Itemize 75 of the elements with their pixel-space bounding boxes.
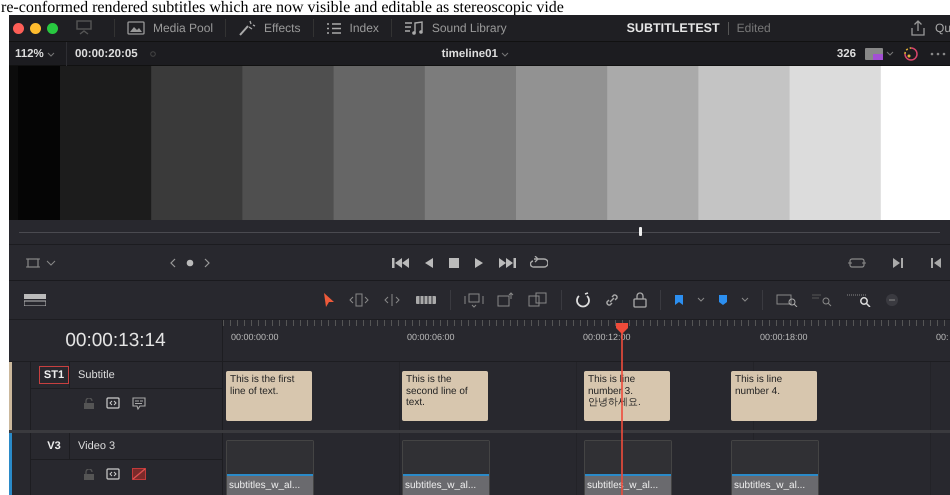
timecode-text: 00:00:20:05: [74, 48, 139, 60]
ruler-label: 00:00:00:00: [231, 332, 279, 342]
close-button[interactable]: [13, 22, 24, 34]
subtitle-clip[interactable]: This is the second line of text.: [402, 371, 488, 421]
blade-tool-icon[interactable]: [415, 294, 437, 306]
crop-icon[interactable]: [26, 256, 40, 268]
video-clip[interactable]: subtitles_w_al...: [226, 440, 314, 495]
toolbar-tab[interactable]: Qu: [935, 21, 950, 35]
more-icon[interactable]: [930, 52, 946, 56]
list-icon: [326, 22, 342, 34]
flag-icon[interactable]: [674, 294, 684, 306]
zoom-out-icon[interactable]: [885, 293, 899, 307]
caret-icon[interactable]: [46, 260, 56, 266]
caption-icon[interactable]: [132, 396, 146, 410]
maximize-button[interactable]: [47, 22, 58, 34]
video-clip[interactable]: subtitles_w_al...: [402, 440, 490, 495]
zoom-dropdown[interactable]: 112%: [9, 48, 66, 60]
play-icon[interactable]: [474, 256, 484, 268]
caret-icon[interactable]: [741, 297, 749, 303]
zoom-detail-icon[interactable]: [811, 293, 833, 307]
play-reverse-icon[interactable]: [424, 256, 434, 268]
ruler-label: 00:00:06:00: [407, 332, 455, 342]
ruler-label: 00:00:18:00: [760, 332, 808, 342]
skip-back-icon[interactable]: [392, 256, 410, 268]
caret-icon: [46, 52, 55, 56]
auto-track-icon[interactable]: [106, 468, 120, 480]
next-marker-icon[interactable]: [892, 256, 904, 268]
music-note-icon: [404, 21, 424, 35]
toolbar-tab[interactable]: Index: [322, 21, 383, 35]
timeline-timecode: 00:00:13:14: [9, 319, 223, 361]
video-clip[interactable]: subtitles_w_al...: [731, 440, 819, 495]
frame-count: 326: [836, 48, 856, 60]
pointer-tool-icon[interactable]: [322, 292, 336, 308]
track-name: Subtitle: [69, 362, 115, 388]
color-wheel-icon[interactable]: [902, 46, 920, 62]
trim-tool-icon[interactable]: [349, 293, 369, 307]
match-frame-icon[interactable]: [848, 256, 866, 268]
status-dot-icon: [150, 50, 156, 56]
marker-icon[interactable]: [718, 294, 728, 306]
overwrite-clip-icon[interactable]: [497, 292, 515, 308]
playhead-handle[interactable]: [639, 227, 642, 236]
previous-marker-icon[interactable]: [930, 256, 942, 268]
replace-clip-icon[interactable]: [528, 292, 548, 308]
zoom-custom-icon[interactable]: [846, 293, 872, 307]
lock-icon[interactable]: [633, 292, 647, 308]
subtitle-clip[interactable]: This is line number 4.: [731, 371, 817, 421]
insert-clip-icon[interactable]: [464, 292, 484, 308]
project-status: Edited: [736, 21, 771, 35]
toolbar-tab[interactable]: Sound Library: [400, 21, 511, 35]
stop-icon[interactable]: [448, 256, 460, 268]
magic-wand-icon: [238, 20, 256, 36]
track-name: Video 3: [69, 433, 116, 459]
dynamic-trim-icon[interactable]: [382, 293, 402, 307]
nudge-icon[interactable]: [170, 258, 210, 268]
image-icon: [127, 21, 145, 35]
link-icon[interactable]: [604, 292, 620, 308]
display-icon[interactable]: [864, 46, 894, 60]
loop-icon[interactable]: [530, 256, 548, 270]
toolbar-tab[interactable]: Effects: [234, 20, 305, 36]
subtitle-clip[interactable]: This is the first line of text.: [226, 371, 312, 421]
timeline-layout-icon[interactable]: [24, 294, 46, 306]
toolbar-tab[interactable]: Media Pool: [123, 21, 218, 35]
timeline-dropdown[interactable]: timeline01: [436, 48, 516, 60]
track-id[interactable]: V3: [39, 437, 69, 455]
auto-track-icon[interactable]: [106, 397, 120, 409]
skip-forward-icon[interactable]: [498, 256, 516, 268]
caret-icon[interactable]: [697, 297, 705, 303]
caret-icon: [501, 52, 510, 56]
zoom-full-icon[interactable]: [776, 293, 798, 307]
minimize-button[interactable]: [30, 22, 41, 34]
track-id[interactable]: ST1: [39, 366, 69, 384]
project-title: SUBTITLETEST: [626, 21, 720, 35]
ruler-label: 00:: [936, 332, 949, 342]
share-icon[interactable]: [909, 20, 927, 36]
snapping-icon[interactable]: [575, 292, 591, 308]
